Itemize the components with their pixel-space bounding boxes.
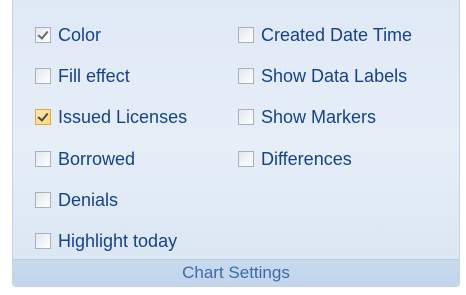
group-title: Chart Settings [13,259,459,286]
denials-checkbox[interactable]: Denials [35,186,118,214]
created-date-time-checkbox[interactable]: Created Date Time [238,21,412,49]
show-markers-checkbox-box[interactable] [238,109,254,125]
show-data-labels-label: Show Data Labels [261,65,408,86]
issued-licenses-label: Issued Licenses [58,106,188,127]
borrowed-checkbox[interactable]: Borrowed [35,145,135,173]
chart-settings-panel: Color Fill effect Issued Licenses Borrow… [12,0,460,287]
color-label: Color [58,24,102,45]
show-data-labels-checkbox-box[interactable] [238,68,254,84]
highlight-today-checkbox[interactable]: Highlight today [35,227,177,255]
created-date-time-checkbox-box[interactable] [238,27,254,43]
denials-label: Denials [58,189,119,210]
borrowed-checkbox-box[interactable] [35,151,51,167]
color-checkbox-box[interactable] [35,27,51,43]
highlight-today-checkbox-box[interactable] [35,233,51,249]
differences-label: Differences [261,148,352,169]
show-markers-checkbox[interactable]: Show Markers [238,103,376,131]
highlight-today-label: Highlight today [58,230,178,251]
differences-checkbox[interactable]: Differences [238,145,352,173]
created-date-time-label: Created Date Time [261,24,413,45]
differences-checkbox-box[interactable] [238,151,254,167]
denials-checkbox-box[interactable] [35,192,51,208]
issued-licenses-checkbox[interactable]: Issued Licenses [35,103,187,131]
show-markers-label: Show Markers [261,106,377,127]
show-data-labels-checkbox[interactable]: Show Data Labels [238,62,407,90]
fill-effect-label: Fill effect [58,65,130,86]
fill-effect-checkbox[interactable]: Fill effect [35,62,130,90]
borrowed-label: Borrowed [58,148,136,169]
issued-licenses-checkbox-box[interactable] [35,109,51,125]
fill-effect-checkbox-box[interactable] [35,68,51,84]
color-checkbox[interactable]: Color [35,21,101,49]
